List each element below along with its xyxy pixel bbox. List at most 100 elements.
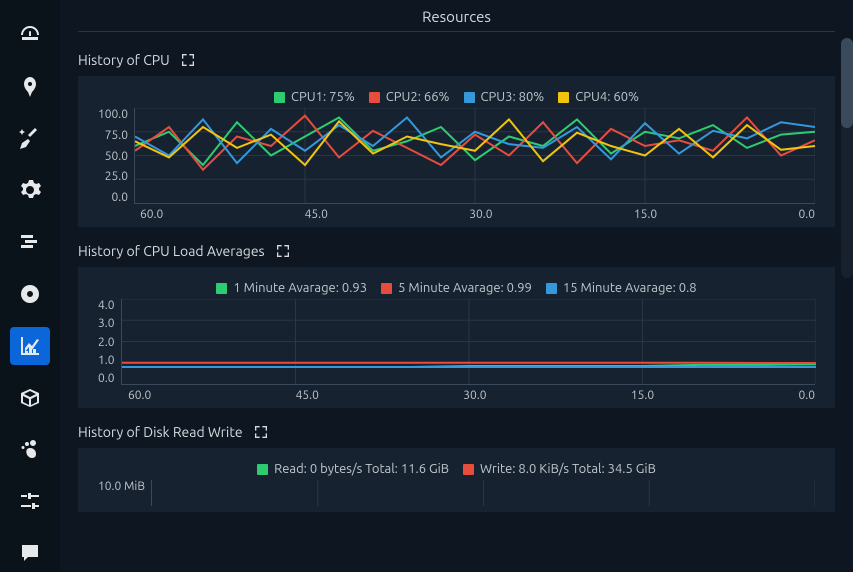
disk-chart: Read: 0 bytes/s Total: 11.6 GiB Write: 8… (78, 448, 835, 512)
y-tick: 10.0 MiB (98, 480, 145, 493)
y-tick: 0.0 (98, 372, 115, 385)
rocket-icon (18, 75, 42, 99)
y-axis: 4.0 3.0 2.0 1.0 0.0 (98, 299, 121, 385)
panel-title: History of Disk Read Write (78, 424, 243, 440)
x-tick: 60.0 (128, 389, 151, 402)
cpu-plot-area (134, 108, 815, 204)
x-tick: 0.0 (799, 389, 816, 402)
sidebar-item-cleaner[interactable] (10, 120, 50, 158)
panel-header: History of CPU Load Averages (78, 229, 835, 267)
gear-icon (18, 178, 42, 202)
disk-legend: Read: 0 bytes/s Total: 11.6 GiB Write: 8… (98, 462, 815, 476)
x-axis: 60.0 45.0 30.0 15.0 0.0 (140, 204, 815, 221)
foot-icon (18, 437, 42, 461)
legend-swatch (216, 283, 227, 294)
y-axis: 10.0 MiB (98, 480, 151, 506)
sidebar-item-startup[interactable] (10, 68, 50, 106)
page-title: Resources (78, 0, 835, 32)
disk-history-panel: History of Disk Read Write Read: 0 bytes… (78, 410, 835, 512)
legend-label: Write: 8.0 KiB/s Total: 34.5 GiB (480, 462, 656, 476)
x-tick: 30.0 (469, 208, 492, 221)
sidebar-item-processes[interactable] (10, 223, 50, 261)
legend-swatch (369, 92, 380, 103)
sidebar-item-dashboard[interactable] (10, 16, 50, 54)
legend-item: CPU4: 60% (558, 90, 639, 104)
message-icon (18, 541, 42, 565)
sidebar-item-packages[interactable] (10, 275, 50, 313)
sidebar (0, 0, 60, 572)
y-tick: 2.0 (98, 336, 115, 349)
sidebar-item-gnome[interactable] (10, 431, 50, 469)
legend-swatch (257, 464, 268, 475)
legend-item: Write: 8.0 KiB/s Total: 34.5 GiB (463, 462, 656, 476)
x-tick: 60.0 (140, 208, 163, 221)
legend-label: CPU4: 60% (575, 90, 639, 104)
chart-icon (18, 334, 42, 358)
legend-swatch (463, 464, 474, 475)
legend-swatch (558, 92, 569, 103)
legend-swatch (381, 283, 392, 294)
disk-plot-area (151, 480, 815, 506)
box-icon (18, 386, 42, 410)
y-axis: 100.0 75.0 50.0 25.0 0.0 (98, 108, 134, 204)
sidebar-item-settings[interactable] (10, 482, 50, 520)
legend-item: 5 Minute Avarage: 0.99 (381, 281, 532, 295)
y-tick: 4.0 (98, 299, 115, 312)
legend-swatch (274, 92, 285, 103)
sidebar-item-apt[interactable] (10, 379, 50, 417)
scrollbar-thumb[interactable] (841, 38, 853, 128)
panel-header: History of CPU (78, 38, 835, 76)
legend-swatch (464, 92, 475, 103)
legend-item: 15 Minute Avarage: 0.8 (546, 281, 697, 295)
broom-icon (18, 127, 42, 151)
cpu-legend: CPU1: 75% CPU2: 66% CPU3: 80% CPU4: 60% (98, 90, 815, 104)
y-tick: 100.0 (98, 108, 128, 121)
loadavg-legend: 1 Minute Avarage: 0.93 5 Minute Avarage:… (98, 281, 815, 295)
panel-title: History of CPU (78, 52, 170, 68)
disc-icon (18, 282, 42, 306)
x-tick: 45.0 (296, 389, 319, 402)
y-tick: 75.0 (105, 129, 128, 142)
cpu-chart: CPU1: 75% CPU2: 66% CPU3: 80% CPU4: 60% … (78, 76, 835, 227)
legend-label: CPU1: 75% (291, 90, 355, 104)
sidebar-item-services[interactable] (10, 171, 50, 209)
x-tick: 45.0 (305, 208, 328, 221)
sidebar-item-resources[interactable] (10, 327, 50, 365)
expand-icon[interactable] (180, 52, 196, 68)
panel-title: History of CPU Load Averages (78, 243, 265, 259)
y-tick: 3.0 (98, 317, 115, 330)
y-tick: 1.0 (98, 354, 115, 367)
legend-item: 1 Minute Avarage: 0.93 (216, 281, 367, 295)
legend-item: Read: 0 bytes/s Total: 11.6 GiB (257, 462, 449, 476)
legend-item: CPU3: 80% (464, 90, 545, 104)
x-tick: 0.0 (799, 208, 816, 221)
x-axis: 60.0 45.0 30.0 15.0 0.0 (128, 385, 815, 402)
cpu-history-panel: History of CPU CPU1: 75% CPU2: 66% CPU3:… (78, 38, 835, 227)
legend-label: 15 Minute Avarage: 0.8 (563, 281, 697, 295)
dashboard-icon (18, 23, 42, 47)
legend-item: CPU2: 66% (369, 90, 450, 104)
windows-icon (18, 230, 42, 254)
expand-icon[interactable] (253, 424, 269, 440)
panel-header: History of Disk Read Write (78, 410, 835, 448)
legend-swatch (546, 283, 557, 294)
y-tick: 50.0 (105, 150, 128, 163)
sliders-icon (18, 489, 42, 513)
expand-icon[interactable] (275, 243, 291, 259)
x-tick: 30.0 (463, 389, 486, 402)
loadavg-plot-area (121, 299, 816, 385)
main-content: Resources History of CPU CPU1: 75% CPU2:… (60, 0, 853, 572)
y-tick: 25.0 (105, 170, 128, 183)
legend-label: 5 Minute Avarage: 0.99 (398, 281, 532, 295)
legend-item: CPU1: 75% (274, 90, 355, 104)
y-tick: 0.0 (112, 191, 129, 204)
legend-label: 1 Minute Avarage: 0.93 (233, 281, 367, 295)
legend-label: CPU2: 66% (386, 90, 450, 104)
loadavg-history-panel: History of CPU Load Averages 1 Minute Av… (78, 229, 835, 408)
loadavg-chart: 1 Minute Avarage: 0.93 5 Minute Avarage:… (78, 267, 835, 408)
sidebar-item-feedback[interactable] (10, 534, 50, 572)
x-tick: 15.0 (631, 389, 654, 402)
legend-label: Read: 0 bytes/s Total: 11.6 GiB (274, 462, 449, 476)
x-tick: 15.0 (634, 208, 657, 221)
vertical-scrollbar[interactable] (841, 38, 853, 278)
